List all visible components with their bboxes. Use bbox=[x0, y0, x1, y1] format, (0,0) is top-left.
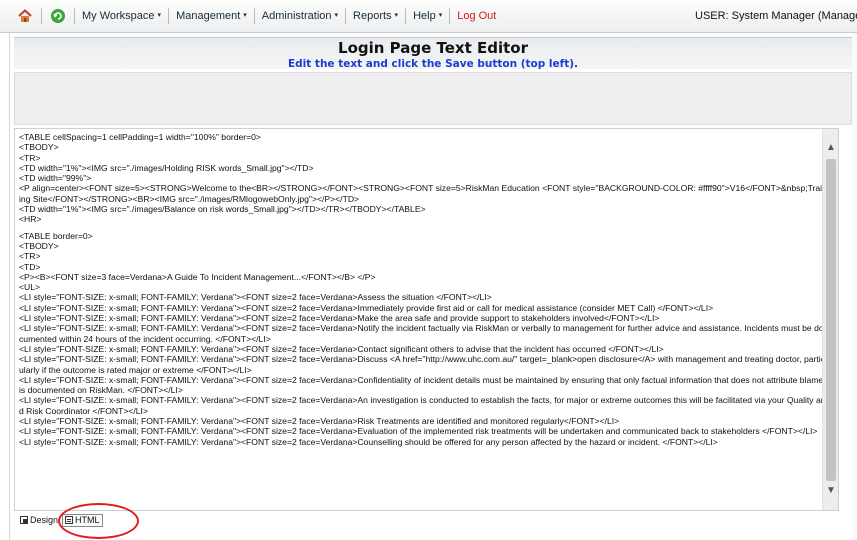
top-menu-bar: My Workspace ▾ Management ▾ Administration… bbox=[0, 0, 857, 33]
code-line: <LI style="FONT-SIZE: x-small; FONT-FAMI… bbox=[19, 436, 718, 447]
scrollbar-thumb[interactable] bbox=[826, 159, 836, 481]
code-line: <TBODY> bbox=[19, 142, 59, 153]
code-line: <UL> bbox=[19, 282, 41, 293]
code-line: <TD width="1%"><IMG src="./images/Balanc… bbox=[19, 204, 426, 215]
menu-separator bbox=[405, 8, 407, 24]
menu-my-workspace[interactable]: My Workspace ▾ bbox=[82, 10, 161, 22]
menu-help[interactable]: Help ▾ bbox=[413, 10, 442, 22]
menu-label: My Workspace bbox=[82, 10, 155, 22]
html-source-editor[interactable]: <TABLE cellSpacing=1 cellPadding=1 width… bbox=[14, 128, 839, 511]
editor-toolbar bbox=[14, 72, 852, 125]
code-line: <TBODY> bbox=[19, 240, 59, 251]
code-line: <TABLE cellSpacing=1 cellPadding=1 width… bbox=[19, 132, 261, 142]
caret-down-icon: ▾ bbox=[394, 12, 399, 19]
menu-separator bbox=[168, 8, 170, 24]
html-source-text[interactable]: <TABLE cellSpacing=1 cellPadding=1 width… bbox=[19, 132, 827, 447]
code-line: <TD width="1%"><IMG src="./images/Holdin… bbox=[19, 162, 314, 173]
annotation-circle bbox=[58, 503, 139, 539]
title-panel: Login Page Text Editor Edit the text and… bbox=[14, 37, 852, 70]
menu-separator bbox=[449, 8, 451, 24]
code-line: <TABLE border=0> bbox=[19, 230, 93, 241]
menu-administration[interactable]: Administration ▾ bbox=[262, 10, 338, 22]
scroll-down-icon[interactable]: ▼ bbox=[823, 482, 838, 498]
menu-label: Reports bbox=[353, 10, 392, 22]
menu-label: Management bbox=[176, 10, 241, 22]
code-line: <LI style="FONT-SIZE: x-small; FONT-FAMI… bbox=[19, 354, 826, 375]
current-user-label: USER: System Manager (Manage bbox=[695, 10, 857, 22]
refresh-icon[interactable] bbox=[49, 7, 67, 25]
code-line: <TR> bbox=[19, 251, 41, 262]
menu-separator bbox=[74, 8, 75, 24]
code-line: <LI style="FONT-SIZE: x-small; FONT-FAMI… bbox=[19, 323, 824, 344]
code-line: <LI style="FONT-SIZE: x-small; FONT-FAMI… bbox=[19, 426, 818, 437]
code-line: <TD> bbox=[19, 261, 41, 272]
tab-label: Design bbox=[30, 515, 59, 525]
code-line: <HR> bbox=[19, 214, 42, 225]
right-edge bbox=[852, 33, 857, 540]
page-subtitle: Edit the text and click the Save button … bbox=[287, 58, 579, 70]
page-title: Login Page Text Editor bbox=[338, 39, 528, 57]
left-gutter bbox=[9, 33, 10, 540]
tab-design[interactable]: Design bbox=[18, 514, 60, 527]
editor-scrollbar[interactable]: ▲ ▼ bbox=[822, 129, 838, 510]
caret-down-icon: ▾ bbox=[438, 12, 443, 19]
code-line: <TD width="99%"> bbox=[19, 173, 92, 184]
menu-separator bbox=[345, 8, 347, 24]
code-line: <LI style="FONT-SIZE: x-small; FONT-FAMI… bbox=[19, 343, 664, 354]
menu-label: Administration bbox=[261, 10, 332, 22]
menu-reports[interactable]: Reports ▾ bbox=[353, 10, 398, 22]
code-line: <P><B><FONT size=3 face=Verdana>A Guide … bbox=[19, 271, 376, 282]
code-line: <TR> bbox=[19, 152, 41, 163]
code-line: <LI style="FONT-SIZE: x-small; FONT-FAMI… bbox=[19, 302, 714, 313]
design-icon bbox=[20, 516, 28, 524]
logout-link[interactable]: Log Out bbox=[457, 10, 496, 22]
menu-separator bbox=[253, 8, 255, 24]
menu-label: Help bbox=[413, 10, 436, 22]
menu-separator bbox=[41, 8, 42, 24]
caret-down-icon: ▾ bbox=[243, 12, 247, 19]
code-line: <LI style="FONT-SIZE: x-small; FONT-FAMI… bbox=[19, 416, 620, 427]
code-line: <P align=center><FONT size=5><STRONG>Wel… bbox=[19, 183, 827, 204]
home-icon[interactable] bbox=[16, 7, 34, 25]
caret-down-icon: ▾ bbox=[157, 12, 162, 19]
caret-down-icon: ▾ bbox=[334, 12, 339, 19]
code-line: <LI style="FONT-SIZE: x-small; FONT-FAMI… bbox=[19, 374, 824, 396]
code-line: <LI style="FONT-SIZE: x-small; FONT-FAMI… bbox=[19, 292, 492, 303]
code-line: <LI style="FONT-SIZE: x-small; FONT-FAMI… bbox=[19, 395, 826, 416]
code-line: <LI style="FONT-SIZE: x-small; FONT-FAMI… bbox=[19, 313, 660, 324]
scroll-up-icon[interactable]: ▲ bbox=[823, 139, 838, 155]
menu-management[interactable]: Management ▾ bbox=[176, 10, 247, 22]
